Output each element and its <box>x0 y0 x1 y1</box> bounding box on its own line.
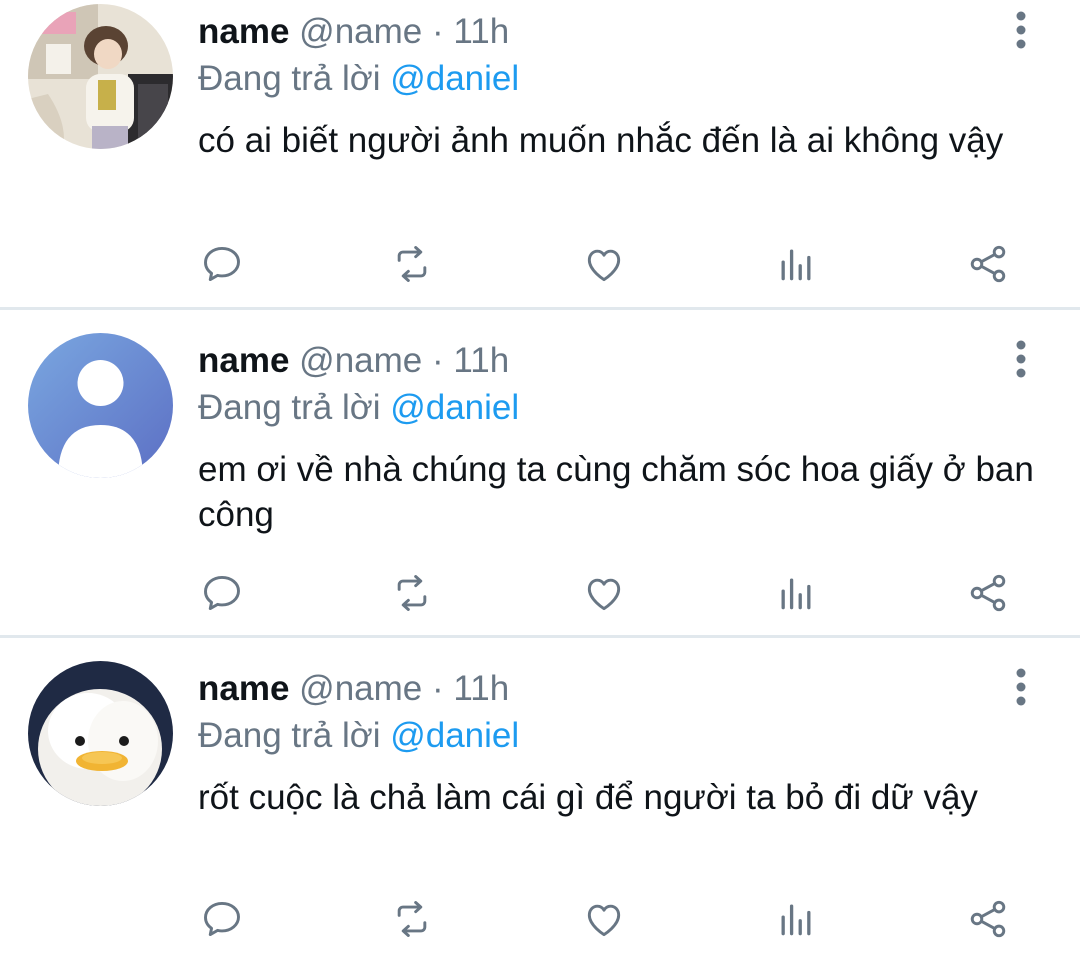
tweet[interactable]: name @name · 11h Đang trả lời @daniel rố… <box>0 657 1080 965</box>
reply-icon <box>204 246 240 282</box>
action-bar <box>0 568 1080 618</box>
separator: · <box>432 669 444 708</box>
more-options-button[interactable] <box>1004 339 1038 379</box>
like-button[interactable] <box>579 239 629 289</box>
tweet[interactable]: name @name · 11h Đang trả lời @daniel có… <box>0 0 1080 308</box>
tweet-text: em ơi về nhà chúng ta cùng chăm sóc hoa … <box>198 450 1034 534</box>
fluffy-duck-avatar <box>28 661 173 806</box>
replying-to: Đang trả lời @daniel <box>198 59 519 99</box>
mention-link[interactable]: @daniel <box>390 59 519 98</box>
replying-to-prefix: Đang trả lời <box>198 59 381 98</box>
share-icon <box>970 900 1006 938</box>
more-options-button[interactable] <box>1004 667 1038 707</box>
avatar[interactable] <box>28 661 173 806</box>
tweet-text: có ai biết người ảnh muốn nhắc đến là ai… <box>198 121 1004 160</box>
avatar[interactable] <box>28 4 173 149</box>
mention-link[interactable]: @daniel <box>390 716 519 755</box>
timestamp[interactable]: 11h <box>453 12 509 51</box>
share-icon <box>970 574 1006 612</box>
retweet-icon <box>397 246 427 282</box>
views-button[interactable] <box>771 568 821 618</box>
views-button[interactable] <box>771 894 821 944</box>
user-handle[interactable]: @name <box>299 341 422 380</box>
divider <box>0 635 1080 638</box>
mention-link[interactable]: @daniel <box>390 388 519 427</box>
views-icon <box>781 578 811 610</box>
divider <box>0 307 1080 310</box>
timestamp[interactable]: 11h <box>453 341 509 380</box>
replying-to: Đang trả lời @daniel <box>198 388 519 428</box>
more-options-button[interactable] <box>1004 10 1038 50</box>
share-icon <box>970 245 1006 283</box>
share-button[interactable] <box>963 239 1013 289</box>
retweet-button[interactable] <box>387 894 437 944</box>
tweet[interactable]: name @name · 11h Đang trả lời @daniel em… <box>0 329 1080 637</box>
tweet-header: name @name · 11h <box>198 341 509 381</box>
retweet-icon <box>397 575 427 611</box>
retweet-button[interactable] <box>387 568 437 618</box>
display-name[interactable]: name <box>198 341 289 380</box>
retweet-button[interactable] <box>387 239 437 289</box>
display-name[interactable]: name <box>198 12 289 51</box>
like-icon <box>587 904 621 937</box>
like-button[interactable] <box>579 894 629 944</box>
like-icon <box>587 249 621 282</box>
replying-to-prefix: Đang trả lời <box>198 388 381 427</box>
like-button[interactable] <box>579 568 629 618</box>
action-bar <box>0 239 1080 289</box>
replying-to-prefix: Đang trả lời <box>198 716 381 755</box>
photo-person-avatar <box>28 4 173 149</box>
separator: · <box>432 341 444 380</box>
share-button[interactable] <box>963 894 1013 944</box>
timestamp[interactable]: 11h <box>453 669 509 708</box>
user-handle[interactable]: @name <box>299 12 422 51</box>
more-vertical-icon <box>1016 668 1026 706</box>
reply-button[interactable] <box>197 568 247 618</box>
avatar[interactable] <box>28 333 173 478</box>
reply-button[interactable] <box>197 239 247 289</box>
views-icon <box>781 904 811 936</box>
user-handle[interactable]: @name <box>299 669 422 708</box>
tweet-header: name @name · 11h <box>198 669 509 709</box>
replying-to: Đang trả lời @daniel <box>198 716 519 756</box>
reply-icon <box>204 575 240 611</box>
share-button[interactable] <box>963 568 1013 618</box>
reply-icon <box>204 901 240 937</box>
separator: · <box>432 12 444 51</box>
like-icon <box>587 578 621 611</box>
more-vertical-icon <box>1016 340 1026 378</box>
default-user-avatar <box>28 333 173 478</box>
reply-button[interactable] <box>197 894 247 944</box>
more-vertical-icon <box>1016 11 1026 49</box>
action-bar <box>0 894 1080 944</box>
tweet-text: rốt cuộc là chả làm cái gì để người ta b… <box>198 778 978 817</box>
tweet-header: name @name · 11h <box>198 12 509 52</box>
views-button[interactable] <box>771 239 821 289</box>
retweet-icon <box>397 901 427 937</box>
display-name[interactable]: name <box>198 669 289 708</box>
views-icon <box>781 249 811 281</box>
